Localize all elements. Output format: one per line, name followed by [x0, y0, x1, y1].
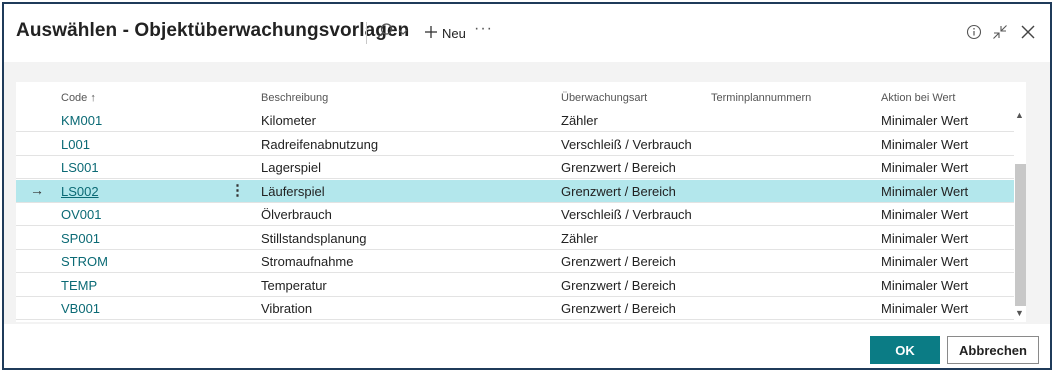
cell-code[interactable]: KM001 [61, 113, 102, 128]
row-indicator-arrow-icon: → [30, 181, 44, 198]
table-row[interactable]: SP001 Stillstandsplanung Zähler Minimaler W… [16, 227, 1026, 250]
scroll-up-icon[interactable]: ▲ [1015, 110, 1024, 120]
cell-code[interactable]: OV001 [61, 207, 101, 222]
cell-code[interactable]: TEMP [61, 278, 97, 293]
cell-action: Minimaler Wert [881, 183, 969, 199]
dialog-header: Auswählen - Objektüberwachungsvorlagen N… [4, 4, 1050, 62]
cell-code[interactable]: VB001 [61, 301, 100, 316]
cell-description: Temperatur [261, 277, 327, 293]
cell-action: Minimaler Wert [881, 207, 969, 222]
plus-icon [424, 25, 438, 42]
row-actions-icon[interactable]: ⋮ [230, 181, 245, 199]
cell-monitoring-type: Grenzwert / Bereich [561, 183, 676, 199]
table-row[interactable]: TEMP Temperatur Grenzwert / Bereich Minimal… [16, 274, 1026, 297]
cell-monitoring-type: Grenzwert / Bereich [561, 301, 676, 316]
cell-monitoring-type: Verschleiß / Verbrauch [561, 136, 692, 152]
chevron-down-icon [398, 24, 408, 42]
header-divider [366, 22, 367, 44]
ok-button[interactable]: OK [870, 336, 940, 364]
table-row[interactable]: STROM Stromaufnahme Grenzwert / Bereich Min… [16, 250, 1026, 273]
cell-action: Minimaler Wert [881, 136, 969, 152]
dialog-window: Auswählen - Objektüberwachungsvorlagen N… [2, 2, 1052, 370]
cell-code[interactable]: L001 [61, 137, 90, 152]
column-header-action[interactable]: Aktion bei Wert [881, 92, 955, 104]
cell-code[interactable]: LS001 [61, 160, 99, 175]
cell-monitoring-type: Grenzwert / Bereich [561, 254, 676, 269]
cell-action: Minimaler Wert [881, 277, 969, 293]
cancel-button[interactable]: Abbrechen [947, 336, 1039, 364]
cell-monitoring-type: Zähler [561, 230, 598, 246]
dialog-footer: OK Abbrechen [4, 324, 1050, 368]
cell-description: Läuferspiel [261, 183, 325, 199]
dialog-title: Auswählen - Objektüberwachungsvorlagen [16, 20, 410, 41]
cell-monitoring-type: Grenzwert / Bereich [561, 160, 676, 175]
info-icon[interactable] [966, 24, 982, 45]
search-icon [376, 22, 394, 45]
cell-code[interactable]: STROM [61, 254, 108, 269]
cell-description: Stromaufnahme [261, 254, 354, 269]
table-row[interactable]: OV001 Ölverbrauch Verschleiß / Verbrauch Mi… [16, 203, 1026, 226]
cell-action: Minimaler Wert [881, 254, 969, 269]
cell-monitoring-type: Zähler [561, 113, 598, 128]
cell-code[interactable]: LS002 [61, 184, 99, 199]
collapse-icon[interactable] [992, 24, 1008, 45]
cell-description: Ölverbrauch [261, 207, 332, 222]
table-row[interactable]: LS001 Lagerspiel Grenzwert / Bereich Minima… [16, 156, 1026, 179]
table-row[interactable]: L001 Radreifenabnutzung Verschleiß / Verbr… [16, 133, 1026, 156]
column-header-schedule-numbers[interactable]: Terminplannummern [711, 92, 811, 104]
cell-description: Vibration [261, 301, 313, 316]
column-header-monitoring-type[interactable]: Überwachungsart [561, 92, 647, 104]
cell-action: Minimaler Wert [881, 230, 969, 246]
cell-action: Minimaler Wert [881, 113, 969, 128]
column-header-code-label: Code [61, 92, 88, 104]
cell-description: Kilometer [261, 113, 316, 128]
close-icon[interactable] [1020, 24, 1036, 45]
cell-description: Radreifenabnutzung [261, 136, 379, 152]
column-header-code[interactable]: Code ↑ [61, 92, 96, 104]
cell-monitoring-type: Verschleiß / Verbrauch [561, 207, 692, 222]
table-row[interactable]: KM001 Kilometer Zähler Minimaler Wert [16, 109, 1026, 132]
cell-description: Stillstandsplanung [261, 230, 367, 246]
cell-description: Lagerspiel [261, 160, 321, 175]
cell-code[interactable]: SP001 [61, 231, 100, 246]
scrollbar-thumb[interactable] [1015, 164, 1026, 306]
search-button[interactable] [376, 22, 408, 44]
cell-action: Minimaler Wert [881, 301, 969, 316]
vertical-scrollbar[interactable]: ▲ ▼ [1014, 82, 1026, 322]
table-row[interactable]: → ⋮ LS002 Läuferspiel Grenzwert / Bereich Min… [16, 179, 1026, 203]
cell-action: Minimaler Wert [881, 160, 969, 175]
cell-monitoring-type: Grenzwert / Bereich [561, 277, 676, 293]
data-grid: Code ↑ Beschreibung Überwachungsart Term… [16, 82, 1026, 322]
new-button-label: Neu [442, 25, 466, 41]
column-header-description[interactable]: Beschreibung [261, 92, 328, 104]
scroll-down-icon[interactable]: ▼ [1015, 308, 1024, 318]
table-row[interactable]: VB001 Vibration Grenzwert / Bereich Minimal… [16, 297, 1026, 320]
new-button[interactable]: Neu [424, 21, 466, 45]
more-options-button[interactable]: ··· [474, 20, 493, 38]
sort-ascending-icon: ↑ [90, 92, 96, 104]
content-area: Code ↑ Beschreibung Überwachungsart Term… [4, 62, 1050, 324]
